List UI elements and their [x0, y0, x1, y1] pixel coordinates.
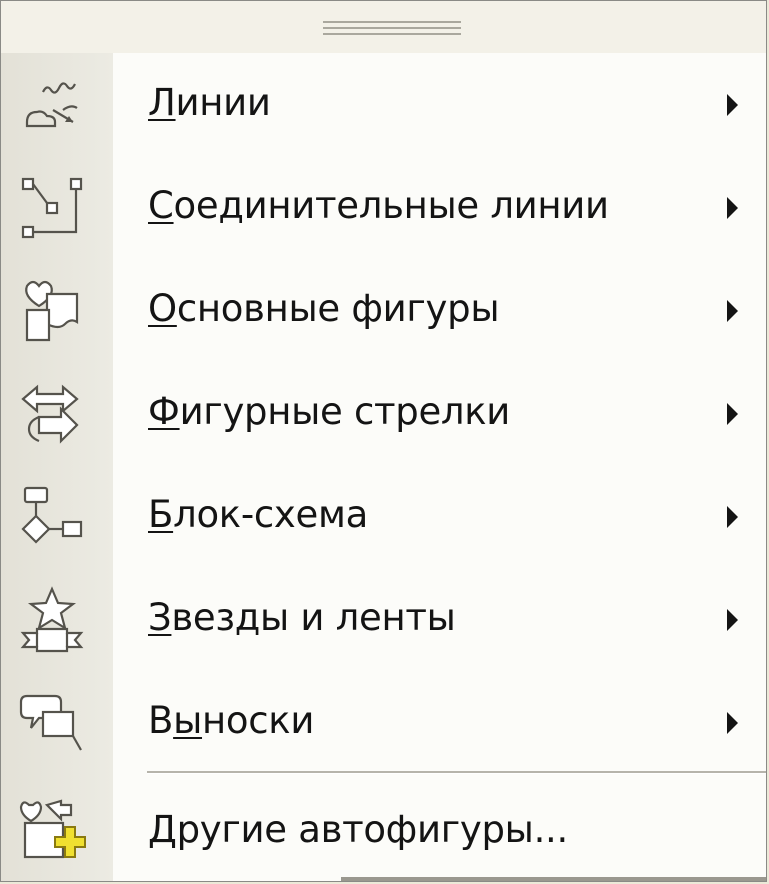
menu-item-label: Соединительные линии [148, 184, 609, 227]
menu-item-label: Другие автофигуры... [148, 808, 568, 851]
menu-item-label: Блок-схема [148, 493, 368, 536]
menu-item-connectors[interactable]: Соединительные линии [1, 156, 766, 259]
menu-item-flowchart[interactable]: Блок-схема [1, 465, 766, 568]
submenu-arrow-icon [727, 94, 738, 116]
lines-icon [17, 70, 87, 140]
menu-item-callouts[interactable]: Выноски [1, 671, 766, 774]
block-arrows-icon [17, 379, 87, 449]
menu-item-label: Выноски [148, 699, 315, 742]
submenu-arrow-icon [727, 403, 738, 425]
connectors-icon [17, 173, 87, 243]
more-autoshapes-icon [17, 797, 87, 867]
flowchart-icon [17, 482, 87, 552]
menu-item-basic-shapes[interactable]: Основные фигуры [1, 259, 766, 362]
stars-banners-icon [17, 585, 87, 655]
menu-item-label: Линии [148, 81, 271, 124]
menu-item-stars-banners[interactable]: Звезды и ленты [1, 568, 766, 671]
submenu-arrow-icon [727, 609, 738, 631]
menu-item-label: Фигурные стрелки [148, 390, 511, 433]
menu-item-label: Звезды и ленты [148, 596, 456, 639]
submenu-arrow-icon [727, 197, 738, 219]
grip-icon[interactable] [323, 21, 461, 35]
autoshapes-menu: Линии Соединительные линии Основные фигу… [0, 0, 767, 882]
menu-separator [147, 771, 766, 774]
bottom-edge [341, 877, 766, 881]
submenu-arrow-icon [727, 712, 738, 734]
submenu-arrow-icon [727, 506, 738, 528]
callouts-icon [17, 688, 87, 758]
menu-item-lines[interactable]: Линии [1, 53, 766, 156]
basic-shapes-icon [17, 276, 87, 346]
menu-item-label: Основные фигуры [148, 287, 500, 330]
move-handle[interactable] [1, 1, 766, 53]
menu-item-more-autoshapes[interactable]: Другие автофигуры... [1, 780, 766, 881]
menu-item-block-arrows[interactable]: Фигурные стрелки [1, 362, 766, 465]
submenu-arrow-icon [727, 300, 738, 322]
